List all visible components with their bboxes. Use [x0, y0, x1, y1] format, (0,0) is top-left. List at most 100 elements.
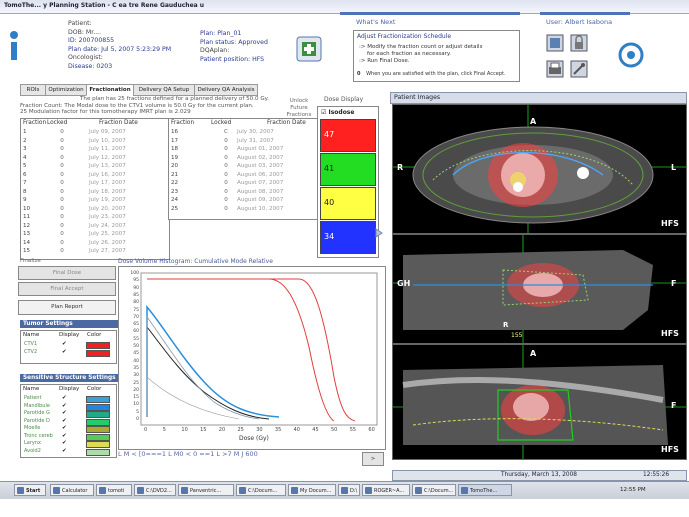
- fraction-row[interactable]: 4 0 July 12, 2007: [23, 155, 167, 164]
- fraction-locked[interactable]: 0: [51, 197, 73, 203]
- fraction-date[interactable]: August 10, 2007: [237, 206, 283, 212]
- fraction-locked[interactable]: 0: [51, 206, 73, 212]
- display-checkbox[interactable]: ✔: [62, 395, 67, 401]
- final-dose-button[interactable]: Final Dose: [18, 266, 116, 280]
- ct-view-axial[interactable]: A R L HFS: [392, 104, 687, 234]
- taskbar-item[interactable]: My Docum...: [288, 484, 336, 496]
- isodose-level[interactable]: 40: [320, 187, 376, 220]
- fraction-locked[interactable]: 0: [215, 180, 237, 186]
- fraction-date[interactable]: July 13, 2007: [89, 163, 126, 169]
- fraction-date[interactable]: July 20, 2007: [89, 206, 126, 212]
- collapse-arrow-icon[interactable]: [375, 228, 383, 238]
- fraction-row[interactable]: 20 0 August 03, 2007: [171, 163, 315, 172]
- fraction-date[interactable]: August 07, 2007: [237, 180, 283, 186]
- fraction-date[interactable]: July 09, 2007: [89, 129, 126, 135]
- fraction-locked[interactable]: 0: [215, 155, 237, 161]
- document-icon[interactable]: [546, 34, 564, 52]
- fraction-locked[interactable]: 0: [51, 223, 73, 229]
- fraction-row[interactable]: 14 0 July 26, 2007: [23, 240, 167, 249]
- fraction-row[interactable]: 11 0 July 23, 2007: [23, 214, 167, 223]
- fraction-locked[interactable]: 0: [51, 155, 73, 161]
- fraction-locked[interactable]: 0: [215, 172, 237, 178]
- fraction-locked[interactable]: 0: [215, 146, 237, 152]
- fraction-locked[interactable]: 0: [215, 163, 237, 169]
- display-checkbox[interactable]: ✔: [62, 341, 67, 347]
- display-checkbox[interactable]: ✔: [62, 349, 67, 355]
- fraction-row[interactable]: 10 0 July 20, 2007: [23, 206, 167, 215]
- structure-row[interactable]: Moelle ✔: [22, 425, 110, 433]
- fraction-row[interactable]: 15 0 July 27, 2007: [23, 248, 167, 257]
- fraction-locked[interactable]: 0: [51, 180, 73, 186]
- fraction-date[interactable]: August 02, 2007: [237, 155, 283, 161]
- ct-view-sagittal[interactable]: GH F HFS R 155: [392, 234, 687, 344]
- taskbar-item[interactable]: Calculator: [50, 484, 94, 496]
- fraction-row[interactable]: 6 0 July 16, 2007: [23, 172, 167, 181]
- fraction-locked[interactable]: 0: [51, 138, 73, 144]
- tab-fractionation[interactable]: Fractionation: [86, 84, 134, 96]
- tab-optimization[interactable]: Optimization: [45, 84, 87, 96]
- structure-row[interactable]: Larynx ✔: [22, 440, 110, 448]
- structure-row[interactable]: Parotide G ✔: [22, 410, 110, 418]
- fraction-date[interactable]: July 19, 2007: [89, 197, 126, 203]
- taskbar-item[interactable]: C:\Docum...: [236, 484, 286, 496]
- isodose-level[interactable]: 34: [320, 221, 376, 254]
- fraction-row[interactable]: 19 0 August 02, 2007: [171, 155, 315, 164]
- final-accept-button[interactable]: Final Accept: [18, 282, 116, 296]
- fraction-row[interactable]: 8 0 July 18, 2007: [23, 189, 167, 198]
- structure-row[interactable]: CTV2 ✔: [22, 349, 110, 357]
- fraction-date[interactable]: August 09, 2007: [237, 197, 283, 203]
- fraction-row[interactable]: 23 0 August 08, 2007: [171, 189, 315, 198]
- next-button[interactable]: >: [362, 452, 384, 466]
- fraction-date[interactable]: July 24, 2007: [89, 223, 126, 229]
- isodose-checkbox[interactable]: ☑ Isodose: [321, 109, 354, 116]
- fraction-row[interactable]: 24 0 August 09, 2007: [171, 197, 315, 206]
- fraction-date[interactable]: August 01, 2007: [237, 146, 283, 152]
- fraction-row[interactable]: 17 0 July 31, 2007: [171, 138, 315, 147]
- color-swatch[interactable]: [86, 349, 110, 357]
- isodose-level[interactable]: 47: [320, 119, 376, 152]
- display-checkbox[interactable]: ✔: [62, 425, 67, 431]
- fraction-locked[interactable]: 0: [215, 189, 237, 195]
- fraction-locked[interactable]: 0: [215, 206, 237, 212]
- fraction-locked[interactable]: 0: [51, 214, 73, 220]
- tools-icon[interactable]: [570, 60, 588, 78]
- tab-delivery-qa-setup[interactable]: Delivery QA Setup: [133, 84, 195, 96]
- lock-icon[interactable]: [570, 34, 588, 52]
- fraction-row[interactable]: 16 C July 30, 2007: [171, 129, 315, 138]
- fraction-date[interactable]: August 06, 2007: [237, 172, 283, 178]
- taskbar-item[interactable]: Panventric...: [178, 484, 234, 496]
- start-button[interactable]: Start: [14, 484, 46, 496]
- fraction-date[interactable]: July 18, 2007: [89, 189, 126, 195]
- fraction-row[interactable]: 18 0 August 01, 2007: [171, 146, 315, 155]
- taskbar-item[interactable]: C:\DVD2...: [134, 484, 176, 496]
- structure-row[interactable]: Tronc cereb ✔: [22, 433, 110, 441]
- fraction-locked[interactable]: 0: [51, 240, 73, 246]
- fraction-row[interactable]: 12 0 July 24, 2007: [23, 223, 167, 232]
- fraction-date[interactable]: August 08, 2007: [237, 189, 283, 195]
- fraction-date[interactable]: July 17, 2007: [89, 180, 126, 186]
- display-checkbox[interactable]: ✔: [62, 433, 67, 439]
- taskbar-item[interactable]: TomoThe...: [458, 484, 512, 496]
- fraction-row[interactable]: 9 0 July 19, 2007: [23, 197, 167, 206]
- fraction-locked[interactable]: 0: [51, 248, 73, 254]
- fraction-locked[interactable]: 0: [51, 163, 73, 169]
- color-swatch[interactable]: [86, 448, 110, 456]
- fraction-locked[interactable]: 0: [215, 138, 237, 144]
- fraction-date[interactable]: July 30, 2007: [237, 129, 274, 135]
- structure-row[interactable]: Patient ✔: [22, 395, 110, 403]
- fraction-locked[interactable]: 0: [51, 146, 73, 152]
- display-checkbox[interactable]: ✔: [62, 418, 67, 424]
- display-checkbox[interactable]: ✔: [62, 448, 67, 454]
- display-checkbox[interactable]: ✔: [62, 410, 67, 416]
- fraction-date[interactable]: July 11, 2007: [89, 146, 126, 152]
- tab-rois[interactable]: ROIs: [20, 84, 46, 96]
- fraction-row[interactable]: 3 0 July 11, 2007: [23, 146, 167, 155]
- structure-row[interactable]: Mandibule ✔: [22, 403, 110, 411]
- taskbar-item[interactable]: C:\Docum...: [412, 484, 456, 496]
- fraction-row[interactable]: 7 0 July 17, 2007: [23, 180, 167, 189]
- fraction-row[interactable]: 21 0 August 06, 2007: [171, 172, 315, 181]
- structure-row[interactable]: Avoid2 ✔: [22, 448, 110, 456]
- fraction-row[interactable]: 5 0 July 13, 2007: [23, 163, 167, 172]
- fraction-locked[interactable]: 0: [51, 189, 73, 195]
- fraction-date[interactable]: July 12, 2007: [89, 155, 126, 161]
